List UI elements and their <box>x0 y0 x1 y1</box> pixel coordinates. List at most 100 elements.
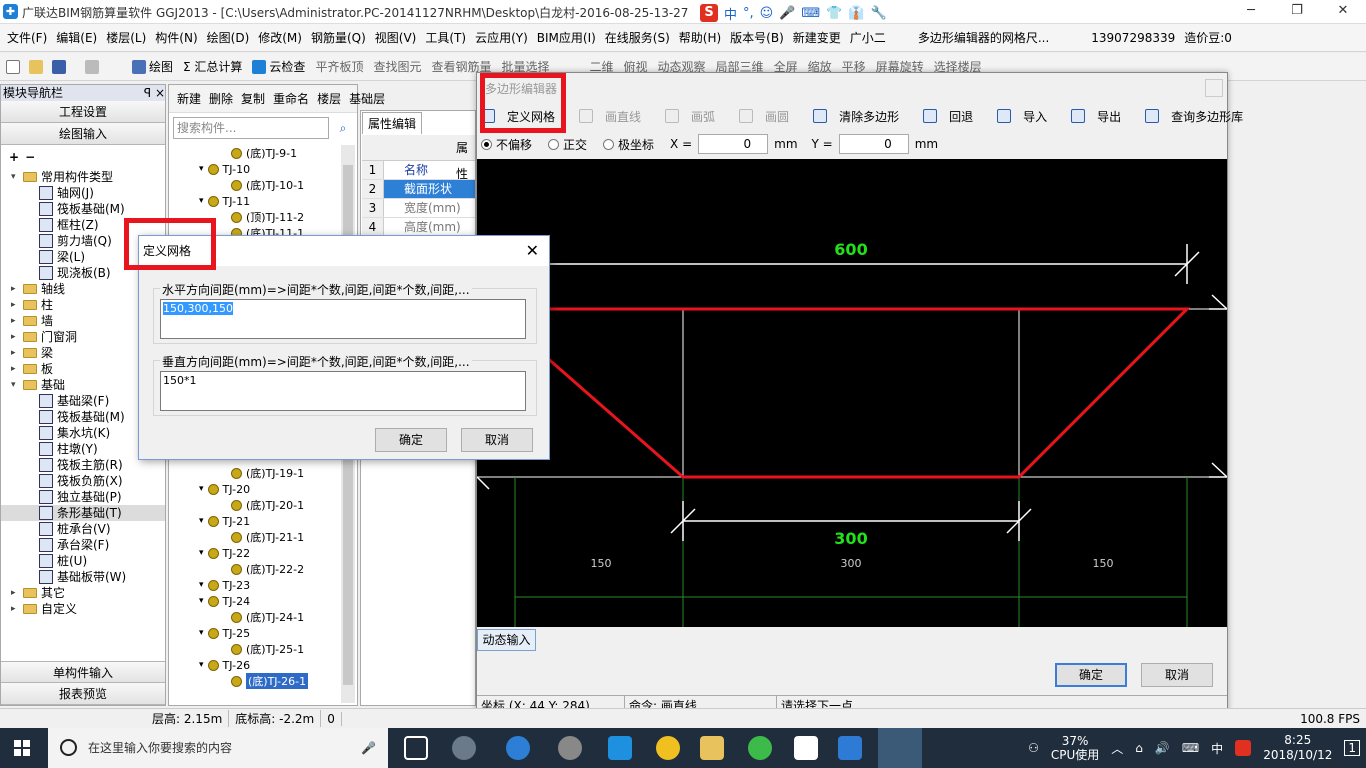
nav-tree-item[interactable]: ▾ 常用构件类型 <box>1 169 165 185</box>
polygon-canvas[interactable]: 600 300 150 300 150 <box>476 159 1228 627</box>
sogou-tray-icon[interactable] <box>1235 740 1252 756</box>
nav-tree-item[interactable]: 条形基础(T) <box>1 505 165 521</box>
close-button[interactable]: ✕ <box>1320 0 1366 24</box>
menu-bim[interactable]: BIM应用(I) <box>537 29 596 46</box>
expand-toggle-icon[interactable]: ▸ <box>11 297 23 313</box>
ime-shirt-icon[interactable]: 👔 <box>848 6 864 21</box>
menu-version[interactable]: 版本号(B) <box>730 29 784 46</box>
menu-edit[interactable]: 编辑(E) <box>56 29 97 46</box>
expand-toggle-icon[interactable]: ▸ <box>11 281 23 297</box>
ime-voice-icon[interactable]: 🎤 <box>779 6 795 21</box>
collapse-toggle-icon[interactable]: ▾ <box>199 596 204 606</box>
component-leaf[interactable]: (底)TJ-21-1 <box>231 529 304 545</box>
component-group[interactable]: ▾ TJ-10 <box>199 161 250 177</box>
ime-tools-icon[interactable]: 🔧 <box>871 6 887 21</box>
undo-icon[interactable] <box>85 59 99 74</box>
nav-draw-input[interactable]: 绘图输入 <box>1 123 165 145</box>
tab-property-edit[interactable]: 属性编辑 <box>362 112 422 134</box>
fan-app-icon[interactable] <box>452 736 476 760</box>
component-leaf[interactable]: (底)TJ-10-1 <box>231 177 304 193</box>
collapse-toggle-icon[interactable]: ▾ <box>199 164 204 174</box>
copy-component-button[interactable]: 复制 <box>241 90 265 107</box>
tray-chevron-icon[interactable]: ︿ <box>1111 740 1123 757</box>
menu-component[interactable]: 构件(N) <box>155 29 197 46</box>
collapse-all-icon[interactable]: − <box>25 150 35 164</box>
search-icon[interactable]: ⌕ <box>333 117 353 139</box>
expand-toggle-icon[interactable]: ▸ <box>11 345 23 361</box>
polygon-ok-button[interactable]: 确定 <box>1055 663 1127 687</box>
collapse-toggle-icon[interactable]: ▾ <box>199 516 204 526</box>
menu-online[interactable]: 在线服务(S) <box>605 29 670 46</box>
glodon-active-app[interactable] <box>878 728 922 768</box>
clock[interactable]: 8:25 2018/10/12 <box>1263 733 1332 763</box>
menu-account[interactable]: 13907298339 <box>1091 31 1175 45</box>
component-leaf[interactable]: (底)TJ-9-1 <box>231 145 297 161</box>
nav-tree-item[interactable]: 独立基础(P) <box>1 489 165 505</box>
keyboard-icon[interactable]: ⌨ <box>1182 741 1199 755</box>
nav-report-preview[interactable]: 报表预览 <box>1 683 165 705</box>
nav-project-settings[interactable]: 工程设置 <box>1 101 165 123</box>
menu-draw[interactable]: 绘图(D) <box>207 29 250 46</box>
floor-button[interactable]: 楼层 <box>317 90 341 107</box>
nav-tree-item[interactable]: ▸ 其它 <box>1 585 165 601</box>
poly-tool-export[interactable]: 导出 <box>1071 108 1133 125</box>
file-explorer-icon[interactable] <box>700 736 724 760</box>
collapse-toggle-icon[interactable]: ▾ <box>199 548 204 558</box>
sogou-ime-icon[interactable]: S <box>700 4 718 22</box>
property-row[interactable]: 2 截面形状 <box>362 180 475 199</box>
menu-new-change[interactable]: 新建变更 <box>793 29 841 46</box>
expand-toggle-icon[interactable]: ▸ <box>11 329 23 345</box>
mail-icon[interactable] <box>794 736 818 760</box>
ime-toolbar[interactable]: S 中 °, ☺ 🎤 ⌨ 👕 👔 🔧 <box>700 3 887 23</box>
nav-tree-item[interactable]: ▸ 自定义 <box>1 601 165 617</box>
rename-component-button[interactable]: 重命名 <box>273 90 309 107</box>
ie-alt-icon[interactable] <box>656 736 680 760</box>
expand-toggle-icon[interactable]: ▾ <box>11 169 23 185</box>
menu-floor[interactable]: 楼层(L) <box>106 29 146 46</box>
toolbar-draw[interactable]: 绘图 <box>132 58 173 75</box>
input-language[interactable]: 中 <box>1211 740 1223 757</box>
new-file-icon[interactable] <box>6 59 20 74</box>
cpu-widget[interactable]: 37% CPU使用 <box>1051 734 1099 762</box>
menu-help[interactable]: 帮助(H) <box>679 29 721 46</box>
nav-single-input[interactable]: 单构件输入 <box>1 661 165 683</box>
collapse-toggle-icon[interactable]: ▾ <box>199 484 204 494</box>
dynamic-input-button[interactable]: 动态输入 <box>477 629 536 651</box>
polygon-editor-close-button[interactable] <box>1205 79 1223 97</box>
ime-skin-icon[interactable]: 👕 <box>826 6 842 21</box>
ie-icon[interactable] <box>506 736 530 760</box>
ime-emoji-icon[interactable]: ☺ <box>760 6 774 21</box>
define-grid-close-icon[interactable]: ✕ <box>526 236 539 266</box>
update-app-icon[interactable] <box>558 736 582 760</box>
grid-cancel-button[interactable]: 取消 <box>461 428 533 452</box>
component-leaf[interactable]: (底)TJ-22-2 <box>231 561 304 577</box>
poly-tool-arc[interactable]: 画弧 <box>665 108 727 125</box>
y-input[interactable]: 0 <box>838 134 909 154</box>
poly-tool-grid[interactable]: 定义网格 <box>481 108 567 125</box>
component-group[interactable]: ▾ TJ-20 <box>199 481 250 497</box>
nav-tree-item[interactable]: 轴网(J) <box>1 185 165 201</box>
component-group[interactable]: ▾ TJ-21 <box>199 513 250 529</box>
glodon-g-icon[interactable] <box>838 736 862 760</box>
component-leaf[interactable]: (底)TJ-19-1 <box>231 465 304 481</box>
volume-icon[interactable]: 🔊 <box>1155 741 1170 755</box>
menu-notice[interactable]: 多边形编辑器的网格尺... <box>918 29 1049 46</box>
component-group[interactable]: ▾ TJ-25 <box>199 625 250 641</box>
property-row[interactable]: 1 名称 <box>362 161 475 180</box>
menu-coins[interactable]: 造价豆:0 <box>1184 29 1232 46</box>
component-group[interactable]: ▾ TJ-22 <box>199 545 250 561</box>
collapse-toggle-icon[interactable]: ▾ <box>199 660 204 670</box>
nav-tree-item[interactable]: 桩承台(V) <box>1 521 165 537</box>
component-leaf[interactable]: (底)TJ-25-1 <box>231 641 304 657</box>
microphone-icon[interactable]: 🎤 <box>361 728 376 768</box>
nav-tree-item[interactable]: 基础板带(W) <box>1 569 165 585</box>
new-component-button[interactable]: 新建 <box>177 90 201 107</box>
expand-toggle-icon[interactable]: ▸ <box>11 585 23 601</box>
component-group[interactable]: ▾ TJ-26 <box>199 657 250 673</box>
menu-assistant[interactable]: 广小二 <box>850 29 886 46</box>
component-leaf[interactable]: (底)TJ-24-1 <box>231 609 304 625</box>
property-row[interactable]: 3 宽度(mm) <box>362 199 475 218</box>
vertical-spacing-input[interactable]: 150*1 <box>160 371 526 411</box>
browser-360-icon[interactable] <box>748 736 772 760</box>
expand-toggle-icon[interactable]: ▾ <box>11 377 23 393</box>
